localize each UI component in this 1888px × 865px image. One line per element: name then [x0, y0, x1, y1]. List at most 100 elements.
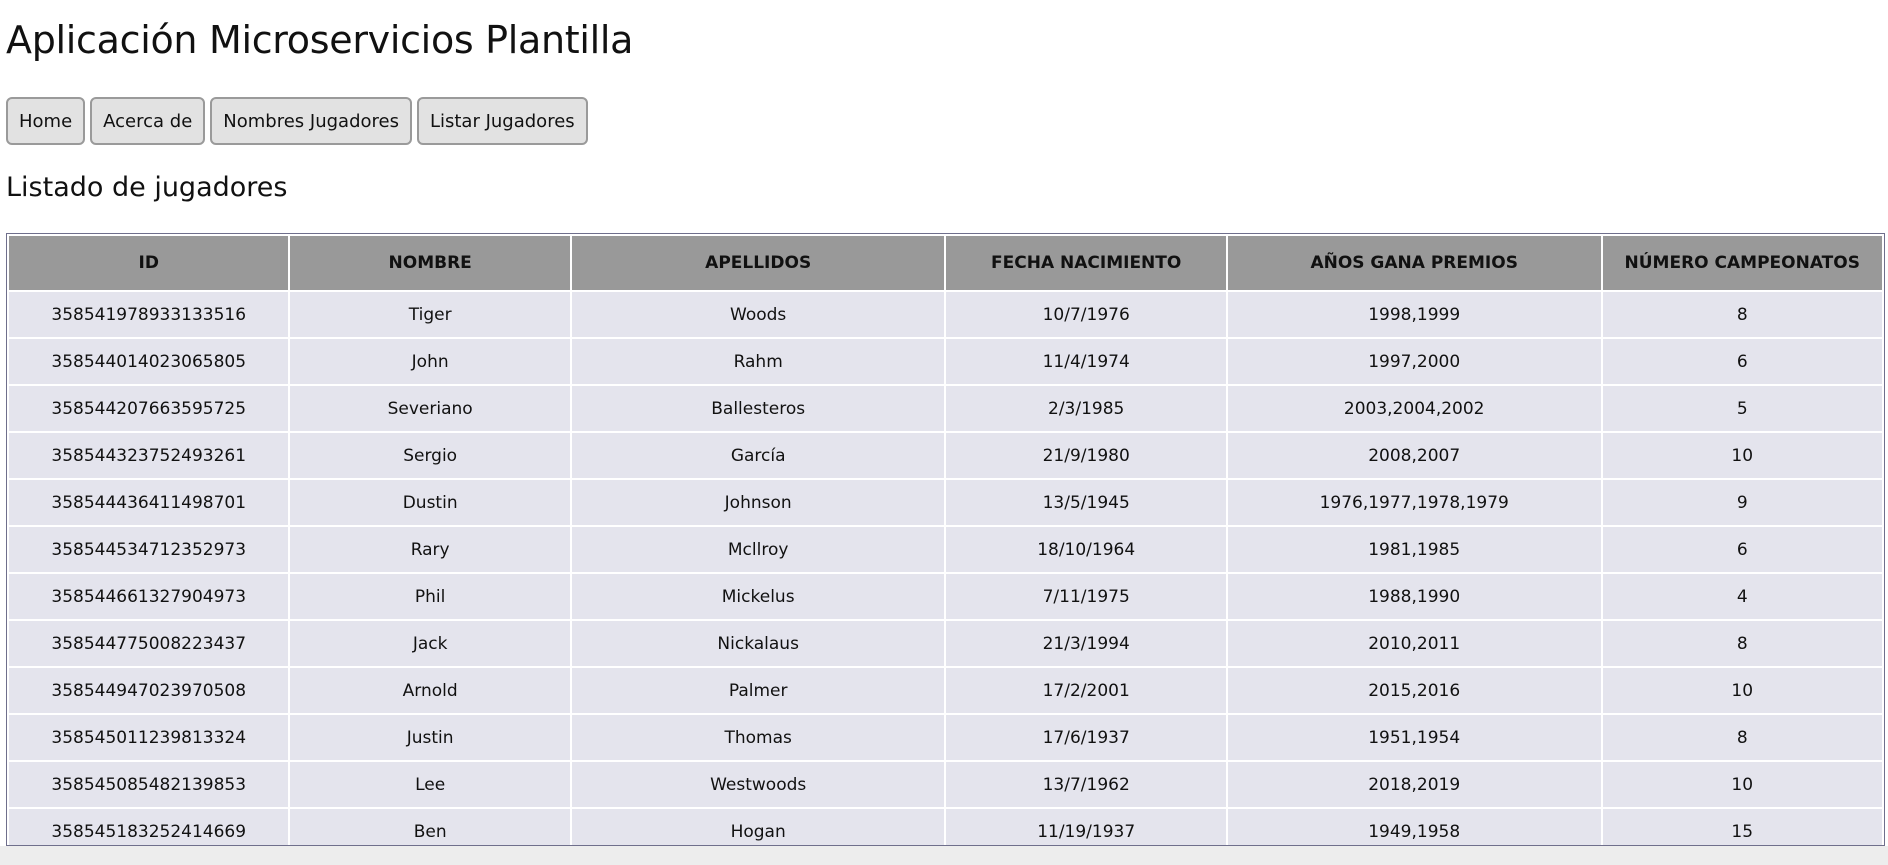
table-cell-numero-campeonatos: 10 [1602, 433, 1882, 478]
players-table-container[interactable]: ID NOMBRE APELLIDOS FECHA NACIMIENTO AÑOS GA… [6, 233, 1885, 846]
table-cell-numero-campeonatos: 4 [1602, 574, 1882, 619]
column-header-id: ID [9, 236, 289, 290]
table-cell-anos-gana-premios: 2008,2007 [1227, 433, 1601, 478]
table-cell-apellidos: Westwoods [571, 762, 945, 807]
table-cell-anos-gana-premios: 1981,1985 [1227, 527, 1601, 572]
table-cell-nombre: Lee [290, 762, 570, 807]
table-cell-apellidos: Ballesteros [571, 386, 945, 431]
table-cell-id: 358545183252414669 [9, 809, 289, 845]
section-title: Listado de jugadores [6, 172, 288, 203]
table-cell-numero-campeonatos: 6 [1602, 339, 1882, 384]
table-cell-apellidos: Mcllroy [571, 527, 945, 572]
column-header-anos-gana-premios: AÑOS GANA PREMIOS [1227, 236, 1601, 290]
table-cell-fecha-nacimiento: 21/9/1980 [946, 433, 1226, 478]
column-header-numero-campeonatos: NÚMERO CAMPEONATOS [1602, 236, 1882, 290]
table-cell-anos-gana-premios: 1988,1990 [1227, 574, 1601, 619]
table-cell-numero-campeonatos: 10 [1602, 668, 1882, 713]
table-row: 358545011239813324 Justin Thomas 17/6/1937 1… [9, 715, 1882, 760]
table-cell-fecha-nacimiento: 13/7/1962 [946, 762, 1226, 807]
table-cell-anos-gana-premios: 2015,2016 [1227, 668, 1601, 713]
table-cell-anos-gana-premios: 2003,2004,2002 [1227, 386, 1601, 431]
table-cell-nombre: Tiger [290, 292, 570, 337]
nav-about-button[interactable]: Acerca de [90, 97, 206, 145]
horizontal-scrollbar[interactable] [0, 846, 1888, 865]
table-row: 358544661327904973 Phil Mickelus 7/11/1975 1… [9, 574, 1882, 619]
table-cell-apellidos: Nickalaus [571, 621, 945, 666]
nav-player-names-button[interactable]: Nombres Jugadores [210, 97, 412, 145]
table-cell-numero-campeonatos: 9 [1602, 480, 1882, 525]
table-cell-nombre: Jack [290, 621, 570, 666]
table-cell-id: 358544014023065805 [9, 339, 289, 384]
table-cell-fecha-nacimiento: 2/3/1985 [946, 386, 1226, 431]
nav-home-button[interactable]: Home [6, 97, 86, 145]
page: Aplicación Microservicios Plantilla Home… [0, 0, 1888, 865]
table-row: 358544014023065805 John Rahm 11/4/1974 1997,… [9, 339, 1882, 384]
table-row: 358545085482139853 Lee Westwoods 13/7/1962 2… [9, 762, 1882, 807]
table-cell-apellidos: Hogan [571, 809, 945, 845]
players-table: ID NOMBRE APELLIDOS FECHA NACIMIENTO AÑOS GA… [7, 234, 1884, 845]
table-header-row: ID NOMBRE APELLIDOS FECHA NACIMIENTO AÑOS GA… [9, 236, 1882, 290]
table-cell-id: 358544534712352973 [9, 527, 289, 572]
table-row: 358544534712352973 Rary Mcllroy 18/10/1964 1… [9, 527, 1882, 572]
table-cell-anos-gana-premios: 1997,2000 [1227, 339, 1601, 384]
table-cell-fecha-nacimiento: 21/3/1994 [946, 621, 1226, 666]
table-cell-apellidos: Mickelus [571, 574, 945, 619]
table-cell-numero-campeonatos: 8 [1602, 621, 1882, 666]
table-cell-fecha-nacimiento: 11/4/1974 [946, 339, 1226, 384]
table-cell-anos-gana-premios: 2010,2011 [1227, 621, 1601, 666]
table-cell-anos-gana-premios: 1949,1958 [1227, 809, 1601, 845]
table-cell-fecha-nacimiento: 7/11/1975 [946, 574, 1226, 619]
table-cell-nombre: Severiano [290, 386, 570, 431]
table-row: 358544207663595725 Severiano Ballesteros 2/… [9, 386, 1882, 431]
table-cell-fecha-nacimiento: 13/5/1945 [946, 480, 1226, 525]
table-cell-numero-campeonatos: 8 [1602, 292, 1882, 337]
table-row: 358544323752493261 Sergio García 21/9/1980 2… [9, 433, 1882, 478]
table-cell-nombre: Justin [290, 715, 570, 760]
table-cell-nombre: John [290, 339, 570, 384]
table-cell-id: 358541978933133516 [9, 292, 289, 337]
table-cell-numero-campeonatos: 5 [1602, 386, 1882, 431]
table-cell-anos-gana-premios: 1951,1954 [1227, 715, 1601, 760]
table-row: 358544947023970508 Arnold Palmer 17/2/2001 2… [9, 668, 1882, 713]
table-cell-nombre: Ben [290, 809, 570, 845]
table-cell-id: 358544775008223437 [9, 621, 289, 666]
table-cell-numero-campeonatos: 15 [1602, 809, 1882, 845]
nav-bar: Home Acerca de Nombres Jugadores Listar … [6, 97, 588, 145]
column-header-apellidos: APELLIDOS [571, 236, 945, 290]
table-cell-nombre: Sergio [290, 433, 570, 478]
table-body: 358541978933133516 Tiger Woods 10/7/1976 199… [9, 292, 1882, 845]
table-cell-fecha-nacimiento: 17/2/2001 [946, 668, 1226, 713]
table-row: 358544775008223437 Jack Nickalaus 21/3/1994… [9, 621, 1882, 666]
table-cell-apellidos: Johnson [571, 480, 945, 525]
table-cell-apellidos: García [571, 433, 945, 478]
nav-list-players-button[interactable]: Listar Jugadores [416, 97, 588, 145]
table-cell-id: 358544436411498701 [9, 480, 289, 525]
table-cell-apellidos: Rahm [571, 339, 945, 384]
column-header-nombre: NOMBRE [290, 236, 570, 290]
table-row: 358545183252414669 Ben Hogan 11/19/1937 1949… [9, 809, 1882, 845]
table-cell-anos-gana-premios: 1976,1977,1978,1979 [1227, 480, 1601, 525]
table-cell-anos-gana-premios: 1998,1999 [1227, 292, 1601, 337]
table-cell-id: 358544207663595725 [9, 386, 289, 431]
table-cell-numero-campeonatos: 6 [1602, 527, 1882, 572]
table-cell-apellidos: Woods [571, 292, 945, 337]
table-cell-fecha-nacimiento: 17/6/1937 [946, 715, 1226, 760]
table-cell-numero-campeonatos: 10 [1602, 762, 1882, 807]
column-header-fecha-nacimiento: FECHA NACIMIENTO [946, 236, 1226, 290]
app-title: Aplicación Microservicios Plantilla [6, 18, 634, 62]
table-cell-id: 358544661327904973 [9, 574, 289, 619]
table-cell-id: 358544323752493261 [9, 433, 289, 478]
table-cell-apellidos: Thomas [571, 715, 945, 760]
table-cell-fecha-nacimiento: 18/10/1964 [946, 527, 1226, 572]
table-cell-nombre: Dustin [290, 480, 570, 525]
table-cell-id: 358545011239813324 [9, 715, 289, 760]
table-row: 358541978933133516 Tiger Woods 10/7/1976 199… [9, 292, 1882, 337]
table-cell-apellidos: Palmer [571, 668, 945, 713]
table-cell-nombre: Phil [290, 574, 570, 619]
table-cell-id: 358544947023970508 [9, 668, 289, 713]
table-cell-nombre: Rary [290, 527, 570, 572]
table-cell-id: 358545085482139853 [9, 762, 289, 807]
table-row: 358544436411498701 Dustin Johnson 13/5/1945… [9, 480, 1882, 525]
table-cell-fecha-nacimiento: 10/7/1976 [946, 292, 1226, 337]
table-cell-fecha-nacimiento: 11/19/1937 [946, 809, 1226, 845]
